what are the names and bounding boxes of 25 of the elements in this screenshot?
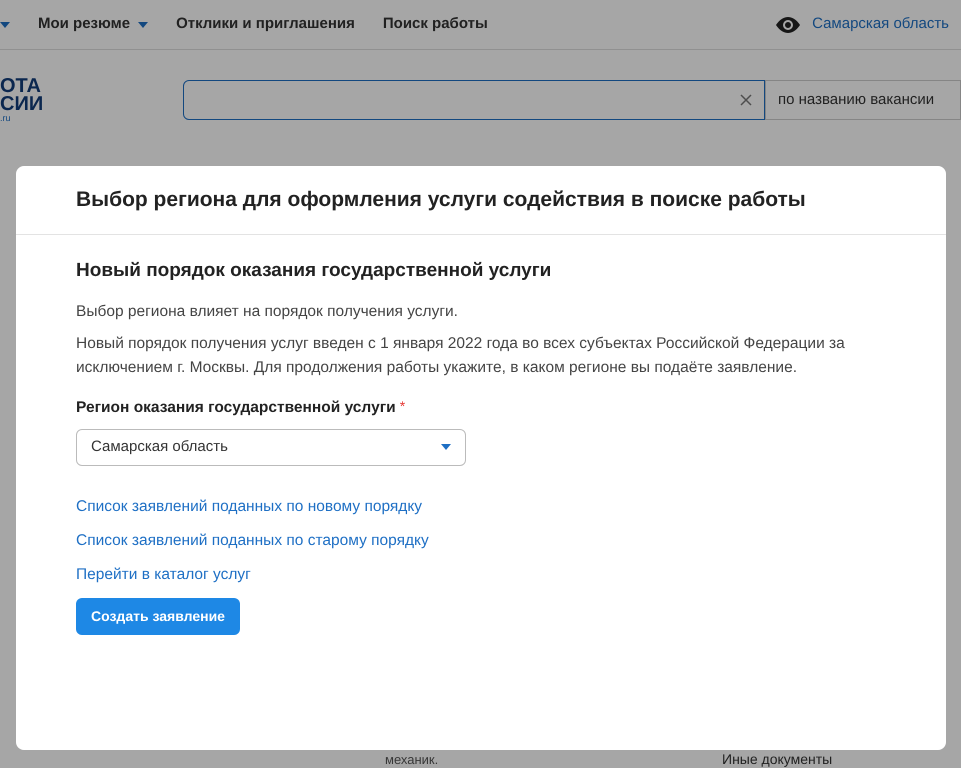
nav-link[interactable]: Поиск работы <box>382 13 488 36</box>
create-application-button[interactable]: Создать заявление <box>76 598 240 635</box>
clear-icon[interactable] <box>740 94 752 106</box>
service-link[interactable]: Список заявлений поданных по новому порядку <box>76 496 886 518</box>
search-field[interactable] <box>183 80 765 120</box>
service-link[interactable]: Список заявлений поданных по старому порядку <box>76 530 886 552</box>
field-label: Регион оказания государственной услуги <box>76 398 396 418</box>
logo-domain: .ru <box>0 113 12 123</box>
eye-icon[interactable] <box>776 16 800 32</box>
page-text: Иные документы <box>722 751 832 767</box>
page-text: механик. <box>385 751 438 768</box>
region-link[interactable]: Самарская область <box>812 13 949 36</box>
paragraph: Новый порядок получения услуг введен с 1 января 2022 года во всех субъектах Российской Федерации за исключением г. Москвы. Для продолжения работы укажите, в каком регионе вы подаёте заявление. <box>76 334 846 378</box>
paragraph: Выбор региона влияет на порядок получения услуги. <box>76 302 459 322</box>
caret-icon <box>441 444 451 450</box>
service-link[interactable]: Перейти в каталог услуг <box>76 564 886 586</box>
nav-link[interactable]: Мои резюме <box>38 13 130 36</box>
section-title: Новый порядок оказания государственной услуги <box>76 259 552 283</box>
required-mark: * <box>400 396 406 416</box>
region-select[interactable]: Самарская область <box>76 428 466 466</box>
nav-link[interactable]: Отклики и приглашения <box>176 13 355 36</box>
modal-title: Выбор региона для оформления услуги содействия в поиске работы <box>76 187 807 213</box>
logo-text: ОТА <box>0 77 41 95</box>
search-scope-select[interactable]: по названию вакансии <box>765 80 961 120</box>
logo-text: СИИ <box>0 95 44 113</box>
